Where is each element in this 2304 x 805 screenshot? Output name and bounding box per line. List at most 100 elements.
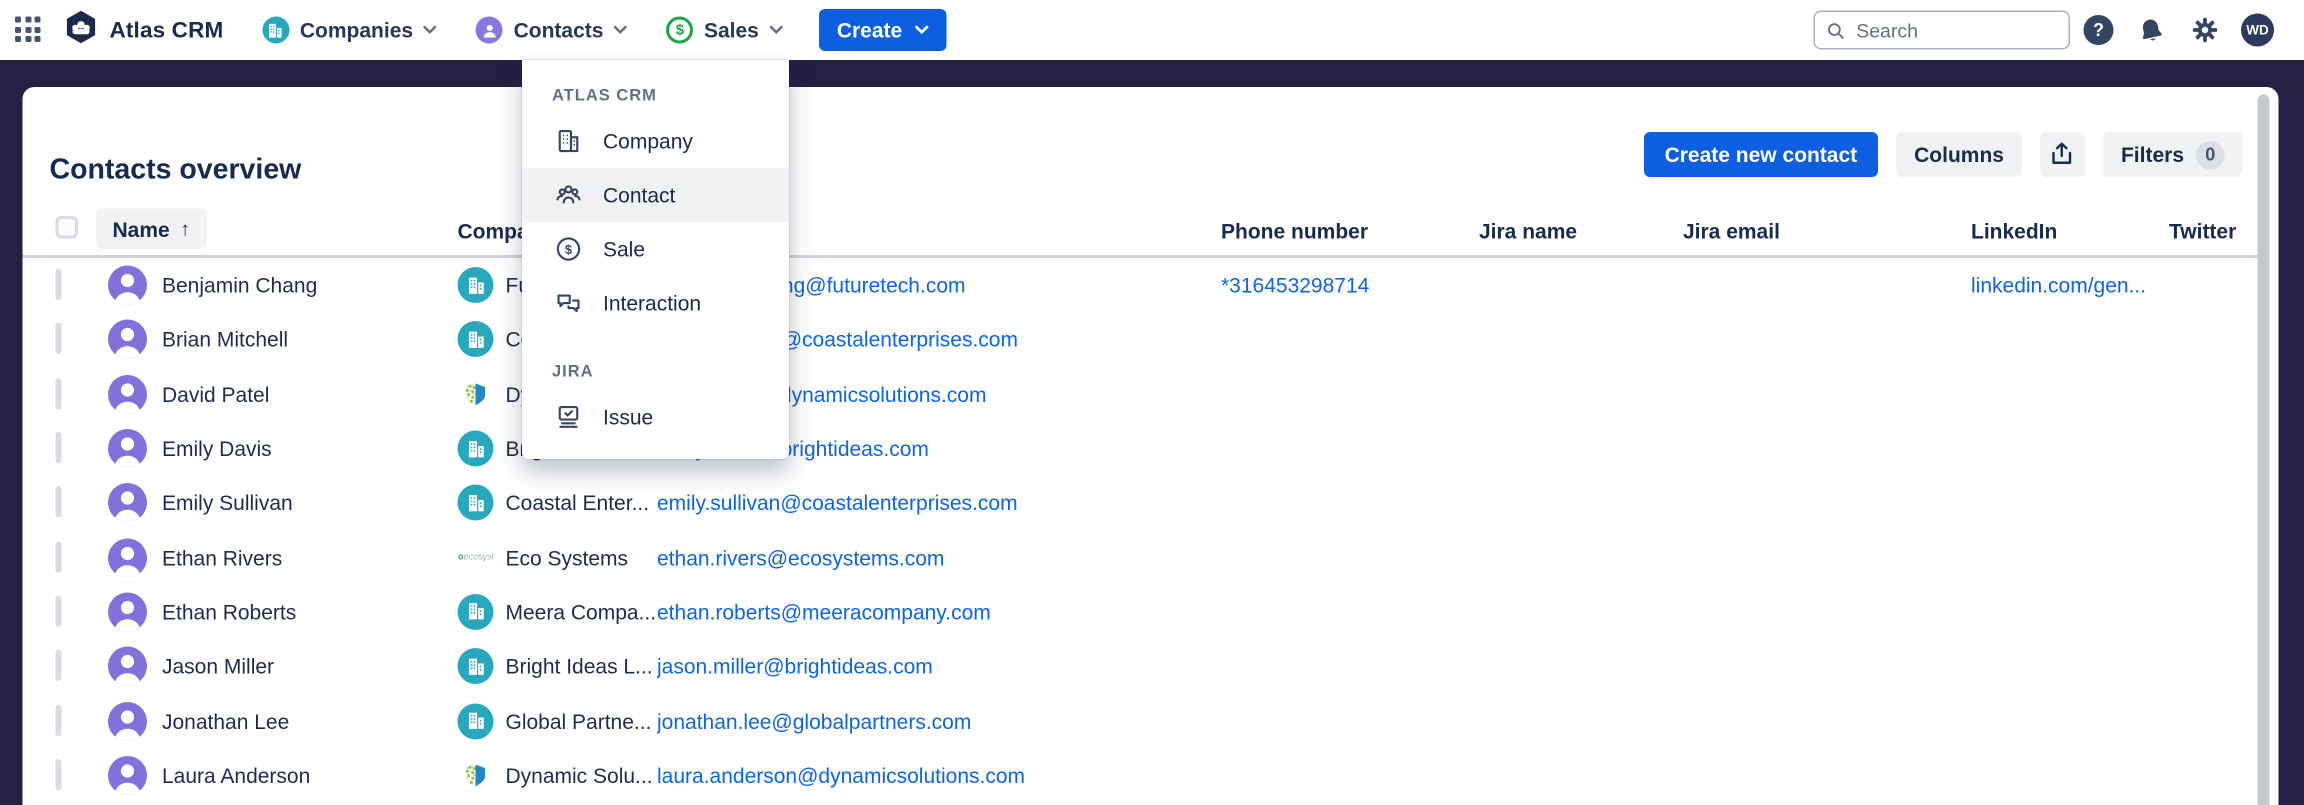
menu-item-company[interactable]: Company [522, 114, 789, 168]
table-row[interactable]: Brian Mitchell Coastal Enter... brian.mi… [23, 312, 2258, 366]
notifications-button[interactable] [2135, 14, 2168, 47]
table-header-row: Name ↑ Company Email Phone number Jira n… [23, 209, 2258, 253]
company-name[interactable]: Global Partne... [506, 709, 658, 733]
company-logo-icon [458, 267, 494, 303]
menu-item-interaction[interactable]: Interaction [522, 276, 789, 330]
sales-icon: $ [666, 17, 693, 44]
nav-sales[interactable]: $ Sales [666, 17, 782, 44]
menu-item-contact[interactable]: Contact [522, 168, 789, 222]
contact-name[interactable]: Brian Mitchell [162, 328, 458, 352]
menu-item-label: Interaction [603, 291, 701, 315]
contact-name[interactable]: Ethan Roberts [162, 600, 458, 624]
row-checkbox[interactable] [56, 759, 62, 791]
contact-name[interactable]: Emily Sullivan [162, 491, 458, 515]
table-row[interactable]: Jason Miller Bright Ideas L... jason.mil… [23, 639, 2258, 693]
export-button[interactable] [2040, 132, 2085, 177]
row-checkbox[interactable] [56, 595, 62, 627]
email-link[interactable]: ethan.roberts@meeracompany.com [657, 600, 1221, 624]
menu-item-label: Issue [603, 405, 653, 429]
email-link[interactable]: emily.sullivan@coastalenterprises.com [657, 491, 1221, 515]
chevron-down-icon [769, 26, 783, 35]
search-field[interactable] [1814, 11, 2071, 50]
company-logo-icon [458, 757, 494, 793]
contact-name[interactable]: Jonathan Lee [162, 709, 458, 733]
menu-item-issue[interactable]: Issue [522, 390, 789, 444]
nav-companies[interactable]: Companies [262, 17, 437, 44]
table-row[interactable]: Ethan Rivers ❖ecoecosystems Eco Systems … [23, 530, 2258, 584]
page-actions: Create new contact Columns Filters 0 [1644, 132, 2243, 177]
table-row[interactable]: David Patel Dynamic Solu... david.patel@… [23, 367, 2258, 421]
select-all-checkbox[interactable] [56, 216, 79, 239]
contacts-icon [476, 17, 503, 44]
search-input[interactable] [1853, 17, 2056, 43]
app-switcher-icon[interactable] [15, 17, 42, 44]
table-row[interactable]: Laura Anderson Dynamic Solu... laura.and… [23, 748, 2258, 802]
user-initials: WD [2241, 14, 2274, 47]
row-checkbox[interactable] [56, 650, 62, 682]
vertical-scrollbar[interactable] [2258, 95, 2270, 805]
contact-name[interactable]: Laura Anderson [162, 763, 458, 787]
table-row[interactable]: Emily Davis Bright Ideas L... emily.davi… [23, 421, 2258, 475]
table-row[interactable]: Emily Sullivan Coastal Enter... emily.su… [23, 476, 2258, 530]
row-checkbox[interactable] [56, 486, 62, 518]
company-name[interactable]: Eco Systems [506, 545, 658, 569]
column-header-jira-name[interactable]: Jira name [1479, 218, 1577, 242]
row-checkbox[interactable] [56, 541, 62, 573]
chevron-down-icon [916, 26, 930, 35]
email-link[interactable]: ethan.rivers@ecosystems.com [657, 545, 1221, 569]
help-button[interactable]: ? [2082, 14, 2115, 47]
column-header-jira-email[interactable]: Jira email [1683, 218, 1780, 242]
email-link[interactable]: jonathan.lee@globalpartners.com [657, 709, 1221, 733]
question-mark-icon: ? [2084, 15, 2114, 45]
table-row[interactable]: Benjamin Chang FutureTech benjamin.chang… [23, 258, 2258, 312]
nav-contacts[interactable]: Contacts [476, 17, 627, 44]
company-logo-icon [458, 703, 494, 739]
menu-item-label: Contact [603, 183, 675, 207]
email-link[interactable]: laura.anderson@dynamicsolutions.com [657, 763, 1221, 787]
company-name[interactable]: Dynamic Solu... [506, 763, 658, 787]
settings-button[interactable] [2189, 14, 2222, 47]
create-button[interactable]: Create [819, 9, 947, 51]
linkedin-link[interactable]: linkedin.com/gen... [1971, 273, 2169, 297]
contacts-table-body: Benjamin Chang FutureTech benjamin.chang… [23, 258, 2258, 805]
row-checkbox[interactable] [56, 323, 62, 355]
row-checkbox[interactable] [56, 432, 62, 464]
create-button-label: Create [837, 18, 902, 42]
atlas-crm-logo[interactable]: Atlas CRM [63, 8, 223, 52]
contact-avatar [108, 375, 147, 414]
filters-button[interactable]: Filters 0 [2103, 132, 2243, 177]
table-row[interactable]: Jonathan Lee Global Partne... jonathan.l… [23, 694, 2258, 748]
company-name[interactable]: Bright Ideas L... [506, 654, 658, 678]
company-logo-icon [458, 485, 494, 521]
contact-name[interactable]: Jason Miller [162, 654, 458, 678]
contacts-overview-card: Contacts overview Create new contact Col… [23, 87, 2279, 805]
company-name[interactable]: Meera Compa... [506, 600, 658, 624]
chevron-down-icon [614, 26, 628, 35]
contact-name[interactable]: Emily Davis [162, 437, 458, 461]
menu-item-sale[interactable]: $Sale [522, 222, 789, 276]
contact-avatar [108, 538, 147, 577]
column-header-name[interactable]: Name ↑ [96, 209, 206, 250]
contact-avatar [108, 429, 147, 468]
contact-icon [552, 179, 585, 212]
create-new-contact-button[interactable]: Create new contact [1644, 132, 1879, 177]
column-header-twitter[interactable]: Twitter [2169, 218, 2236, 242]
column-header-linkedin[interactable]: LinkedIn [1971, 218, 2057, 242]
email-link[interactable]: jason.miller@brightideas.com [657, 654, 1221, 678]
user-avatar[interactable]: WD [2241, 14, 2274, 47]
row-checkbox[interactable] [56, 269, 62, 301]
contact-name[interactable]: Benjamin Chang [162, 273, 458, 297]
column-header-phone[interactable]: Phone number [1221, 218, 1368, 242]
row-checkbox[interactable] [56, 378, 62, 410]
row-checkbox[interactable] [56, 704, 62, 736]
company-name[interactable]: Coastal Enter... [506, 491, 658, 515]
columns-button[interactable]: Columns [1896, 132, 2022, 177]
contact-name[interactable]: Ethan Rivers [162, 545, 458, 569]
phone-link[interactable]: *316453298714 [1221, 273, 1479, 297]
screen: Atlas CRM Companies Contacts $ Sales Cre… [0, 0, 2304, 805]
contact-avatar [108, 320, 147, 359]
companies-icon [262, 17, 289, 44]
table-row[interactable]: Ethan Roberts Meera Compa... ethan.rober… [23, 585, 2258, 639]
menu-section-title: ATLAS CRM [522, 87, 789, 105]
contact-name[interactable]: David Patel [162, 382, 458, 406]
